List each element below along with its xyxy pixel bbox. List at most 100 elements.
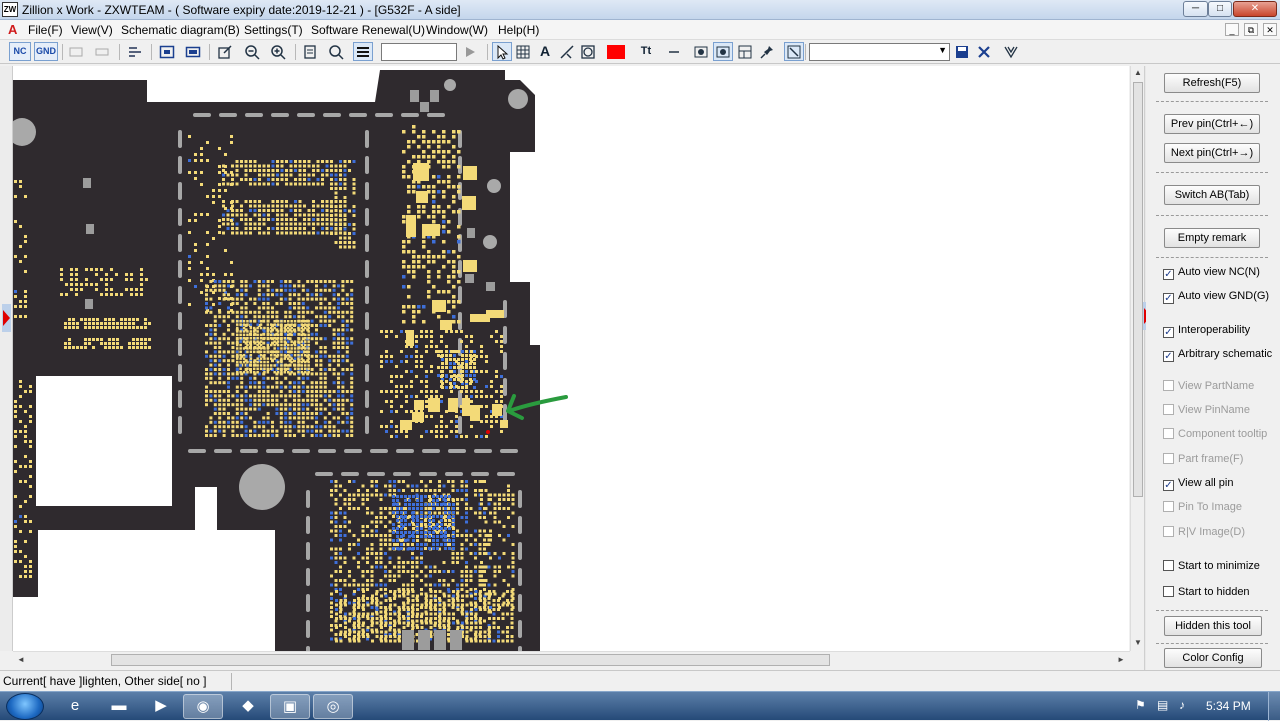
checkbox-checked-icon[interactable]: ✓ [1163, 327, 1174, 338]
color-picker-button[interactable] [604, 42, 628, 61]
color-config-button[interactable]: Color Config [1164, 648, 1262, 668]
checkbox-unchecked-icon[interactable] [1163, 501, 1174, 512]
flag-icon[interactable]: ⚑ [1135, 698, 1146, 712]
menu-window[interactable]: Window(W) [426, 23, 488, 37]
search-input[interactable] [381, 43, 457, 61]
grid-icon[interactable] [513, 42, 533, 61]
search-go-icon[interactable] [460, 42, 480, 61]
font-size-icon[interactable]: Tt [634, 42, 658, 61]
option-checkbox[interactable]: View PinName [1163, 404, 1250, 420]
prev-pin-button[interactable]: Prev pin(Ctrl+←) [1164, 114, 1260, 134]
show-desktop-button[interactable] [1268, 692, 1280, 721]
close-button[interactable]: ✕ [1233, 1, 1277, 17]
expand-left-panel-icon[interactable] [2, 304, 11, 332]
save-icon[interactable] [952, 42, 972, 61]
internet-explorer-icon[interactable]: e [55, 694, 95, 719]
fit-view-icon[interactable] [157, 42, 177, 61]
scroll-up-icon[interactable]: ▲ [1134, 68, 1142, 77]
option-checkbox[interactable]: ✓ Arbitrary schematic [1163, 348, 1272, 364]
mdi-minimize-button[interactable]: _ [1225, 23, 1239, 36]
next-pin-button[interactable]: Next pin(Ctrl+→) [1164, 143, 1260, 163]
option-checkbox[interactable]: Component tooltip [1163, 428, 1267, 444]
vertical-scrollbar[interactable]: ▲ ▼ [1130, 66, 1144, 651]
net-icon[interactable] [125, 42, 145, 61]
option-checkbox[interactable]: View PartName [1163, 380, 1254, 396]
checkbox-checked-icon[interactable]: ✓ [1163, 351, 1174, 362]
net-combo-box[interactable]: ▼ [809, 43, 950, 61]
menu-help[interactable]: Help(H) [498, 23, 539, 37]
hidden-tool-button[interactable]: Hidden this tool [1164, 616, 1262, 636]
chevron-down-icon[interactable]: ▼ [938, 45, 947, 55]
option-checkbox[interactable]: R|V Image(D) [1163, 526, 1245, 542]
network-map-icon[interactable] [1001, 42, 1021, 61]
option-checkbox[interactable]: Start to minimize [1163, 560, 1260, 576]
nc-toggle-button[interactable]: NC [9, 42, 31, 61]
scroll-left-icon[interactable]: ◄ [17, 655, 25, 664]
refresh-button[interactable]: Refresh(F5) [1164, 73, 1260, 93]
minimize-button[interactable]: ─ [1183, 1, 1208, 17]
checkbox-unchecked-icon[interactable] [1163, 586, 1174, 597]
empty-remark-button[interactable]: Empty remark [1164, 228, 1260, 248]
gnd-toggle-button[interactable]: GND [34, 42, 58, 61]
option-checkbox[interactable]: Pin To Image [1163, 501, 1242, 517]
zoom-out-icon[interactable] [242, 42, 262, 61]
zoom-in-icon[interactable] [268, 42, 288, 61]
checkbox-checked-icon[interactable]: ✓ [1163, 269, 1174, 280]
part-icon[interactable] [66, 42, 86, 61]
menu-settings[interactable]: Settings(T) [244, 23, 303, 37]
menu-schematic-diagram[interactable]: Schematic diagram(B) [121, 23, 240, 37]
menu-view[interactable]: View(V) [71, 23, 113, 37]
horizontal-scroll-thumb[interactable] [111, 654, 830, 666]
maximize-button[interactable]: □ [1208, 1, 1232, 17]
layout-icon[interactable] [735, 42, 755, 61]
app-taskbar-icon[interactable]: ◎ [313, 694, 353, 719]
text-icon[interactable]: A [535, 42, 555, 61]
edit-icon[interactable] [215, 42, 235, 61]
checkbox-unchecked-icon[interactable] [1163, 428, 1174, 439]
option-checkbox[interactable]: ✓ View all pin [1163, 477, 1233, 493]
option-checkbox[interactable]: Start to hidden [1163, 586, 1250, 602]
component-search-icon[interactable] [300, 42, 320, 61]
connect-icon[interactable] [784, 42, 804, 61]
minus-icon[interactable] [664, 42, 684, 61]
scroll-down-icon[interactable]: ▼ [1134, 638, 1142, 647]
board-canvas[interactable] [13, 66, 1129, 651]
pin-tool-icon[interactable] [757, 42, 777, 61]
menu-software-renewal[interactable]: Software Renewal(U) [311, 23, 425, 37]
switch-ab-button[interactable]: Switch AB(Tab) [1164, 185, 1260, 205]
full-board-icon[interactable] [183, 42, 203, 61]
checkbox-unchecked-icon[interactable] [1163, 453, 1174, 464]
zillion-taskbar-icon[interactable]: ▣ [270, 694, 310, 719]
select-pointer-icon[interactable] [492, 42, 512, 61]
network-icon[interactable]: ▤ [1157, 698, 1168, 712]
tools-icon[interactable]: ◆ [228, 694, 268, 719]
vertical-scroll-thumb[interactable] [1133, 82, 1143, 497]
delete-icon[interactable] [974, 42, 994, 61]
eraser-icon[interactable] [578, 42, 598, 61]
checkbox-unchecked-icon[interactable] [1163, 404, 1174, 415]
image-icon[interactable] [691, 42, 711, 61]
option-checkbox[interactable]: ✓ Auto view NC(N) [1163, 266, 1260, 282]
find-icon[interactable] [326, 42, 346, 61]
media-player-icon[interactable]: ▶ [141, 694, 181, 719]
checkbox-checked-icon[interactable]: ✓ [1163, 480, 1174, 491]
line-tool-icon[interactable] [557, 42, 577, 61]
mdi-close-button[interactable]: ✕ [1263, 23, 1277, 36]
option-checkbox[interactable]: Part frame(F) [1163, 453, 1243, 469]
clock[interactable]: 5:34 PM [1206, 699, 1251, 713]
checkbox-unchecked-icon[interactable] [1163, 380, 1174, 391]
volume-icon[interactable]: ♪ [1179, 698, 1185, 712]
start-button[interactable] [6, 693, 44, 720]
option-checkbox[interactable]: ✓ Auto view GND(G) [1163, 290, 1269, 306]
file-explorer-icon[interactable]: ▬ [99, 694, 139, 719]
pcb-board-view[interactable] [13, 66, 1129, 651]
chrome-icon[interactable]: ◉ [183, 694, 223, 719]
checkbox-checked-icon[interactable]: ✓ [1163, 293, 1174, 304]
horizontal-scrollbar[interactable]: ◄ ► [13, 651, 1130, 667]
menu-file[interactable]: File(F) [28, 23, 63, 37]
list-view-icon[interactable] [353, 42, 373, 61]
checkbox-unchecked-icon[interactable] [1163, 526, 1174, 537]
mdi-restore-button[interactable]: ⧉ [1244, 23, 1258, 36]
scroll-right-icon[interactable]: ► [1117, 655, 1125, 664]
checkbox-unchecked-icon[interactable] [1163, 560, 1174, 571]
